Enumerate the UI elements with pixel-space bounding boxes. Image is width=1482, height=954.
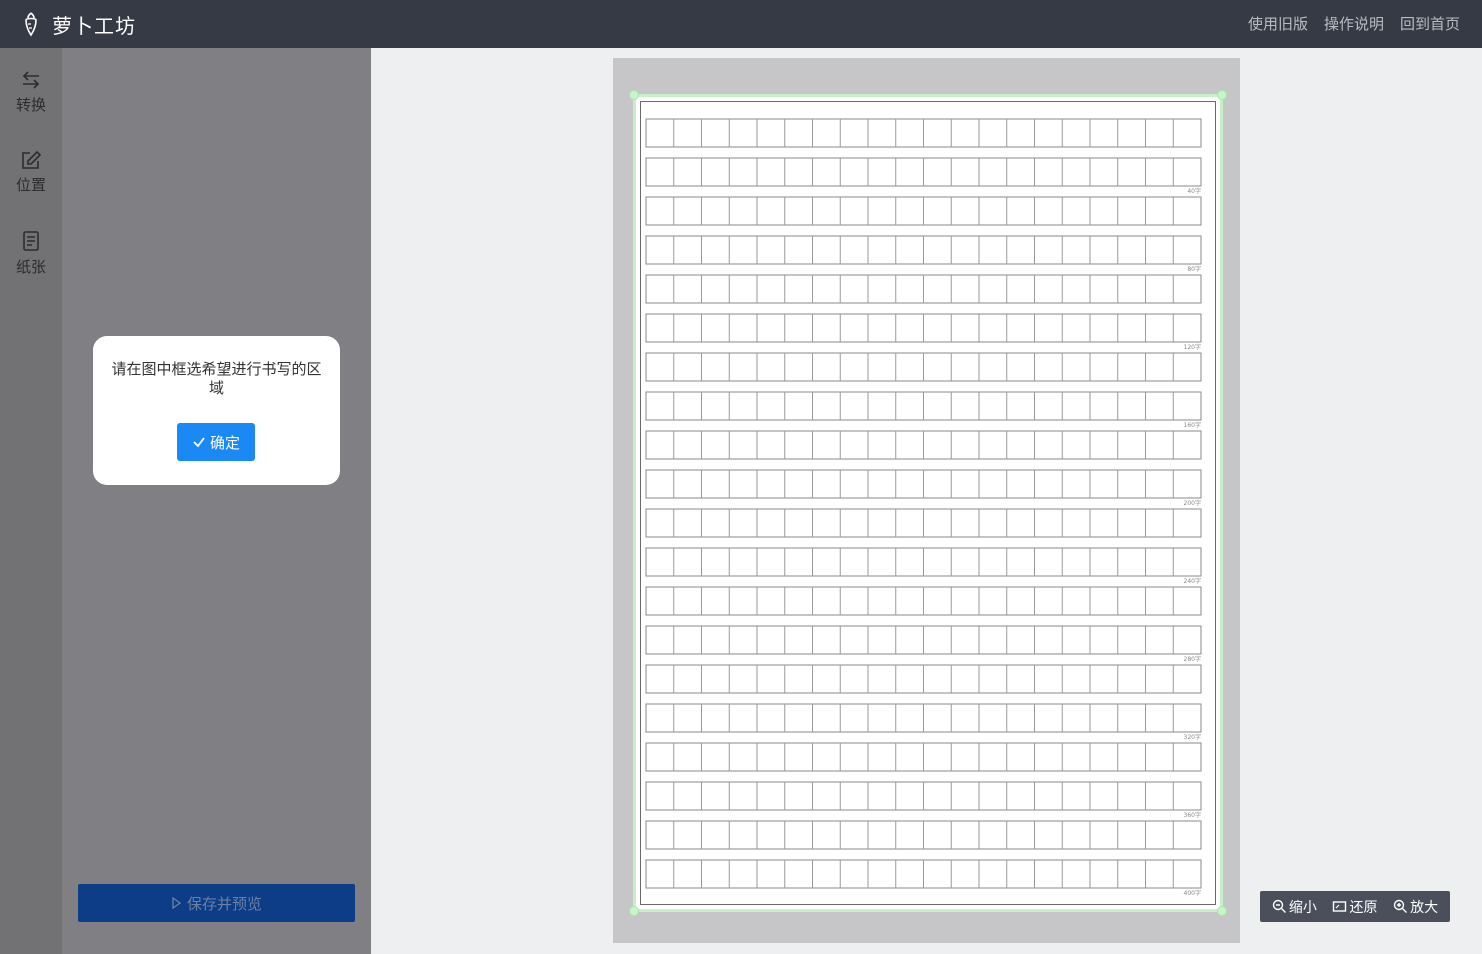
play-icon: [172, 897, 181, 909]
grid-row: [645, 352, 1202, 382]
grid-row: 40字: [645, 157, 1202, 195]
confirm-button[interactable]: 确定: [177, 423, 255, 461]
save-preview-label: 保存并预览: [186, 894, 262, 913]
grid-row: 200字: [645, 469, 1202, 507]
grid-row: [645, 274, 1202, 304]
tool-rail: 转换 位置 纸张: [0, 48, 62, 954]
confirm-label: 确定: [209, 433, 240, 452]
char-count-label: 360字: [1184, 811, 1201, 819]
selection-handle-top-right[interactable]: [1217, 90, 1227, 100]
nav-old-version[interactable]: 使用旧版: [1248, 13, 1308, 34]
brand[interactable]: 萝卜工坊: [20, 10, 136, 38]
check-icon: [193, 437, 205, 448]
grid-row: 360字: [645, 781, 1202, 819]
char-count-label: 160字: [1184, 421, 1201, 429]
grid-row: 120字: [645, 313, 1202, 351]
grid-row: 240字: [645, 547, 1202, 585]
swap-icon: [22, 71, 40, 89]
rail-item-label: 位置: [15, 176, 46, 194]
selection-handle-bottom-right[interactable]: [1217, 906, 1227, 916]
document-icon: [23, 231, 39, 251]
settings-panel: 请在图中框选希望进行书写的区域 确定 保存并预览: [62, 48, 371, 954]
rail-item-label: 转换: [15, 96, 46, 114]
grid-row: [645, 742, 1202, 772]
zoom-out-label: 缩小: [1288, 899, 1317, 916]
grid-row: [645, 508, 1202, 538]
grid-row: [645, 586, 1202, 616]
save-preview-button[interactable]: 保存并预览: [78, 884, 355, 922]
zoom-in-label: 放大: [1410, 899, 1439, 916]
grid-row: [645, 820, 1202, 850]
grid-row: [645, 196, 1202, 226]
grid-row: 400字: [645, 859, 1202, 897]
paper-frame: 40字 80字 120字 160字 200字 240字 280字 320字 360字 400字: [613, 58, 1240, 943]
rail-item-position[interactable]: 位置: [0, 150, 62, 214]
zoom-out-button[interactable]: 缩小: [1272, 897, 1317, 917]
grid-row: 160字: [645, 391, 1202, 429]
nav-instructions[interactable]: 操作说明: [1324, 13, 1384, 34]
top-nav: 使用旧版 操作说明 回到首页: [1248, 13, 1460, 34]
canvas-area: 40字 80字 120字 160字 200字 240字 280字 320字 360字 400字 缩…: [371, 48, 1482, 954]
grid-row: [645, 118, 1202, 148]
char-count-label: 280字: [1184, 655, 1201, 663]
carrot-logo-icon: [25, 12, 37, 37]
edit-icon: [22, 150, 42, 169]
char-count-label: 120字: [1184, 343, 1201, 351]
zoom-toolbar: 缩小 还原 放大: [1260, 891, 1450, 922]
zoom-in-button[interactable]: 放大: [1393, 897, 1438, 917]
app-header: 萝卜工坊 使用旧版 操作说明 回到首页: [0, 0, 1482, 48]
zoom-out-icon: [1272, 899, 1286, 913]
rail-item-label: 纸张: [15, 258, 46, 276]
nav-home[interactable]: 回到首页: [1400, 13, 1460, 34]
grid-row: 280字: [645, 625, 1202, 663]
char-count-label: 80字: [1187, 265, 1201, 273]
dialog-message: 请在图中框选希望进行书写的区域: [111, 360, 322, 397]
grid-row: 320字: [645, 703, 1202, 741]
grid-row: [645, 664, 1202, 694]
brand-name: 萝卜工坊: [52, 13, 136, 38]
char-count-label: 240字: [1184, 577, 1201, 585]
reset-icon: [1333, 901, 1347, 912]
rail-item-paper[interactable]: 纸张: [0, 230, 62, 294]
rail-item-convert[interactable]: 转换: [0, 70, 62, 134]
char-count-label: 400字: [1184, 889, 1201, 897]
reset-label: 还原: [1349, 899, 1378, 916]
selection-handle-top-left[interactable]: [629, 90, 639, 100]
char-count-label: 200字: [1184, 499, 1201, 507]
selection-handle-bottom-left[interactable]: [629, 906, 639, 916]
reset-zoom-button[interactable]: 还原: [1332, 897, 1377, 917]
char-count-label: 320字: [1184, 733, 1201, 741]
grid-row: 80字: [645, 235, 1202, 273]
zoom-in-icon: [1393, 899, 1408, 913]
writing-grid[interactable]: 40字 80字 120字 160字 200字 240字 280字 320字 360字 400字: [636, 97, 1220, 909]
grid-row: [645, 430, 1202, 460]
char-count-label: 40字: [1187, 187, 1201, 195]
select-area-dialog: 请在图中框选希望进行书写的区域 确定: [93, 336, 340, 485]
paper-sheet[interactable]: 40字 80字 120字 160字 200字 240字 280字 320字 360字 400字: [633, 94, 1223, 912]
